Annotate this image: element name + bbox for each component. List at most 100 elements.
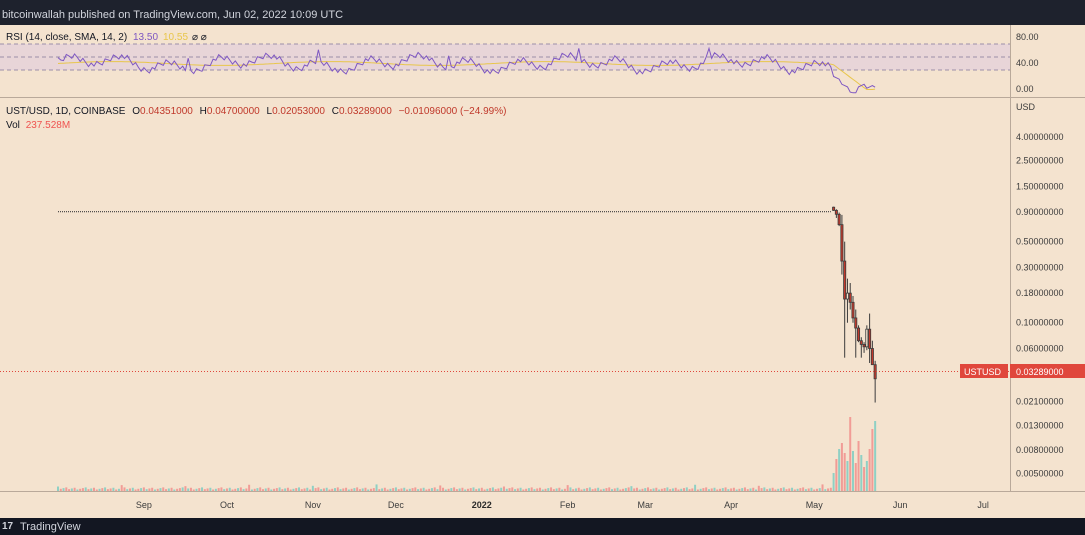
volume-bar [447,488,450,491]
volume-bar [558,487,561,491]
volume-bar [261,489,264,491]
price-tick: 0.50000000 [1016,237,1064,247]
volume-bar [372,488,375,491]
volume-bar [342,488,345,491]
volume-bar [101,488,104,491]
high-value: 0.04700000 [207,106,260,117]
volume-bar [414,487,417,491]
volume-bar [511,487,514,491]
volume-bar [217,488,220,491]
volume-bar [173,489,176,491]
volume-bar [129,488,132,491]
volume-bar [209,487,212,491]
volume-bar [433,487,436,491]
volume-bar [328,489,331,491]
volume-bar [295,488,298,491]
volume-bar [115,489,118,491]
volume-bar [611,489,613,491]
price-tick: 0.01300000 [1016,421,1064,431]
volume-bar [502,486,505,491]
volume-bar [752,487,755,491]
volume-bar [796,488,799,491]
ohlc-legend: UST/USD, 1D, COINBASE O0.04351000 H0.047… [6,106,506,117]
volume-bar [79,488,82,491]
volume-bar [68,489,71,491]
volume-bar [533,489,536,491]
volume-bar [497,488,500,491]
volume-bar [658,489,661,491]
volume-bar [289,489,292,491]
volume-bar [655,487,658,491]
volume-bar [228,487,231,491]
volume-bar [774,489,777,491]
volume-bar [212,489,215,491]
publish-header: bitcoinwallah published on TradingView.c… [0,0,1085,25]
open-value: 0.04351000 [140,106,193,117]
volume-bar [303,488,306,491]
chart-canvas[interactable]: RSI (14, close, SMA, 14, 2) 13.50 10.55 … [0,25,1085,518]
volume-bar [98,488,101,491]
volume-bar [519,487,522,491]
volume-bar [259,487,262,491]
vol-value: 237.528M [26,120,70,131]
vol-label: Vol [6,120,20,131]
volume-bar [59,488,62,491]
volume-bar [120,485,123,491]
volume-bar [184,486,187,491]
volume-bar [802,487,805,491]
volume-bar [234,488,237,491]
volume-bar [466,488,469,491]
volume-bar [87,489,90,491]
volume-bar [317,487,320,491]
volume-bar [286,487,289,491]
price-tick: 0.06000000 [1016,343,1064,353]
volume-bar [824,489,827,491]
volume-bar [605,488,608,491]
candle-body [862,344,866,348]
volume-bar [408,488,411,491]
volume-bar [500,487,503,491]
volume-bar [281,489,284,491]
volume-bar [455,489,458,491]
volume-bar [851,451,854,491]
volume-bar [835,459,838,491]
volume-bar [622,488,625,491]
volume-bar [530,487,533,491]
volume-bar [375,484,378,491]
volume-bar [635,487,638,491]
volume-bar [685,487,688,491]
volume-bar [699,488,702,491]
candle-body [851,301,855,319]
candle-body [832,206,836,211]
candle-body [834,209,838,215]
volume-bar [788,488,791,491]
volume-bar [203,489,206,491]
volume-bar [461,487,464,491]
volume-bar [843,453,846,491]
volume-bar [538,487,541,491]
volume-bar [669,489,672,491]
volume-bar [57,486,59,491]
volume-bar [696,489,699,491]
volume-bar [187,488,190,491]
volume-bar [134,489,137,491]
price-axis-currency: USD [1016,102,1036,112]
volume-bar [491,487,494,491]
volume-bar [153,489,156,491]
volume-bar [730,488,733,491]
volume-bar [253,488,256,491]
volume-bar [652,488,655,491]
volume-bar [483,489,486,491]
volume-bar [478,488,481,491]
volume-bar [827,488,830,491]
volume-bar [624,488,627,491]
volume-bar [361,488,364,491]
volume-bar [198,488,201,491]
price-tick: 0.10000000 [1016,318,1064,328]
rsi-extra: ⌀ ⌀ [192,32,207,43]
volume-bar [347,489,350,491]
volume-bar [334,488,336,491]
volume-bar [189,487,192,491]
volume-bar [314,488,317,491]
price-tick: 0.30000000 [1016,262,1064,272]
